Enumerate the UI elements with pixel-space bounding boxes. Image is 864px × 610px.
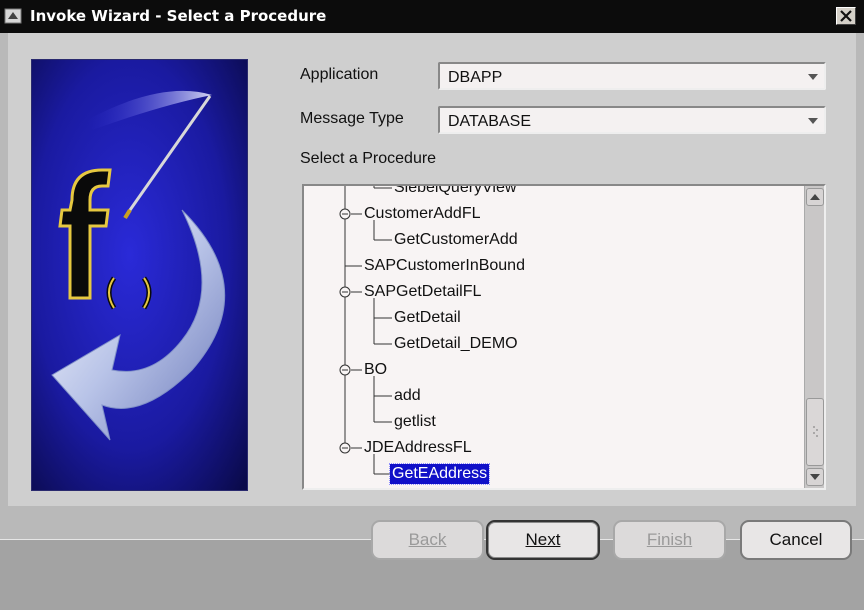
chevron-down-icon	[808, 74, 818, 80]
message-type-select[interactable]: DATABASE	[438, 106, 826, 134]
procedure-tree[interactable]: SiebelQueryView CustomerAddFL GetCustome…	[302, 184, 826, 490]
window-title: Invoke Wizard - Select a Procedure	[30, 7, 327, 25]
tree-node-customeraddfl[interactable]: CustomerAddFL	[364, 204, 481, 224]
application-label: Application	[300, 66, 379, 83]
tree-node-sapgetdetailfl[interactable]: SAPGetDetailFL	[364, 282, 481, 302]
close-icon	[840, 10, 852, 22]
tree-node-add[interactable]: add	[394, 386, 421, 406]
message-type-label: Message Type	[300, 110, 404, 127]
tree-node-getlist[interactable]: getlist	[394, 412, 436, 432]
tree-node-jdeaddressfl[interactable]: JDEAddressFL	[364, 438, 472, 458]
title-bar: Invoke Wizard - Select a Procedure	[0, 0, 864, 33]
collapse-toggle-icon[interactable]	[339, 208, 351, 220]
back-button-label: Back	[408, 530, 447, 549]
wizard-illustration	[31, 59, 248, 491]
chevron-down-icon	[808, 118, 818, 124]
cancel-button[interactable]: Cancel	[740, 520, 852, 560]
next-button[interactable]: Next	[486, 520, 600, 560]
tree-node-getdetail[interactable]: GetDetail	[394, 308, 461, 328]
close-button[interactable]	[836, 7, 856, 25]
tree-node-getdetail-demo[interactable]: GetDetail_DEMO	[394, 334, 518, 354]
collapse-toggle-icon[interactable]	[339, 286, 351, 298]
scroll-up-button[interactable]	[806, 188, 824, 206]
next-button-label: Next	[525, 530, 561, 549]
function-arrow-image	[32, 60, 247, 490]
message-type-value: DATABASE	[448, 113, 531, 130]
procedure-label: Select a Procedure	[300, 150, 437, 167]
chevron-down-icon	[810, 474, 820, 480]
chevron-up-icon	[810, 194, 820, 200]
grip-icon	[813, 426, 818, 437]
scroll-down-button[interactable]	[806, 468, 824, 486]
collapse-toggle-icon[interactable]	[339, 442, 351, 454]
finish-button[interactable]: Finish	[613, 520, 726, 560]
wizard-app-icon	[4, 8, 22, 24]
cancel-button-label: Cancel	[769, 530, 823, 549]
tree-node-getcustomeradd[interactable]: GetCustomerAdd	[394, 230, 518, 250]
application-value: DBAPP	[448, 69, 503, 86]
tree-node-bo[interactable]: BO	[364, 360, 387, 380]
tree-scrollbar[interactable]	[804, 186, 824, 488]
tree-node-siebelqueryview[interactable]: SiebelQueryView	[394, 186, 516, 198]
application-select[interactable]: DBAPP	[438, 62, 826, 90]
finish-button-label: Finish	[646, 530, 693, 549]
collapse-toggle-icon[interactable]	[339, 364, 351, 376]
back-button[interactable]: Back	[371, 520, 484, 560]
tree-node-sapcustomerinbound[interactable]: SAPCustomerInBound	[364, 256, 525, 276]
scroll-thumb[interactable]	[806, 398, 824, 466]
tree-node-geteaddress-selected[interactable]: GetEAddress	[388, 463, 491, 485]
